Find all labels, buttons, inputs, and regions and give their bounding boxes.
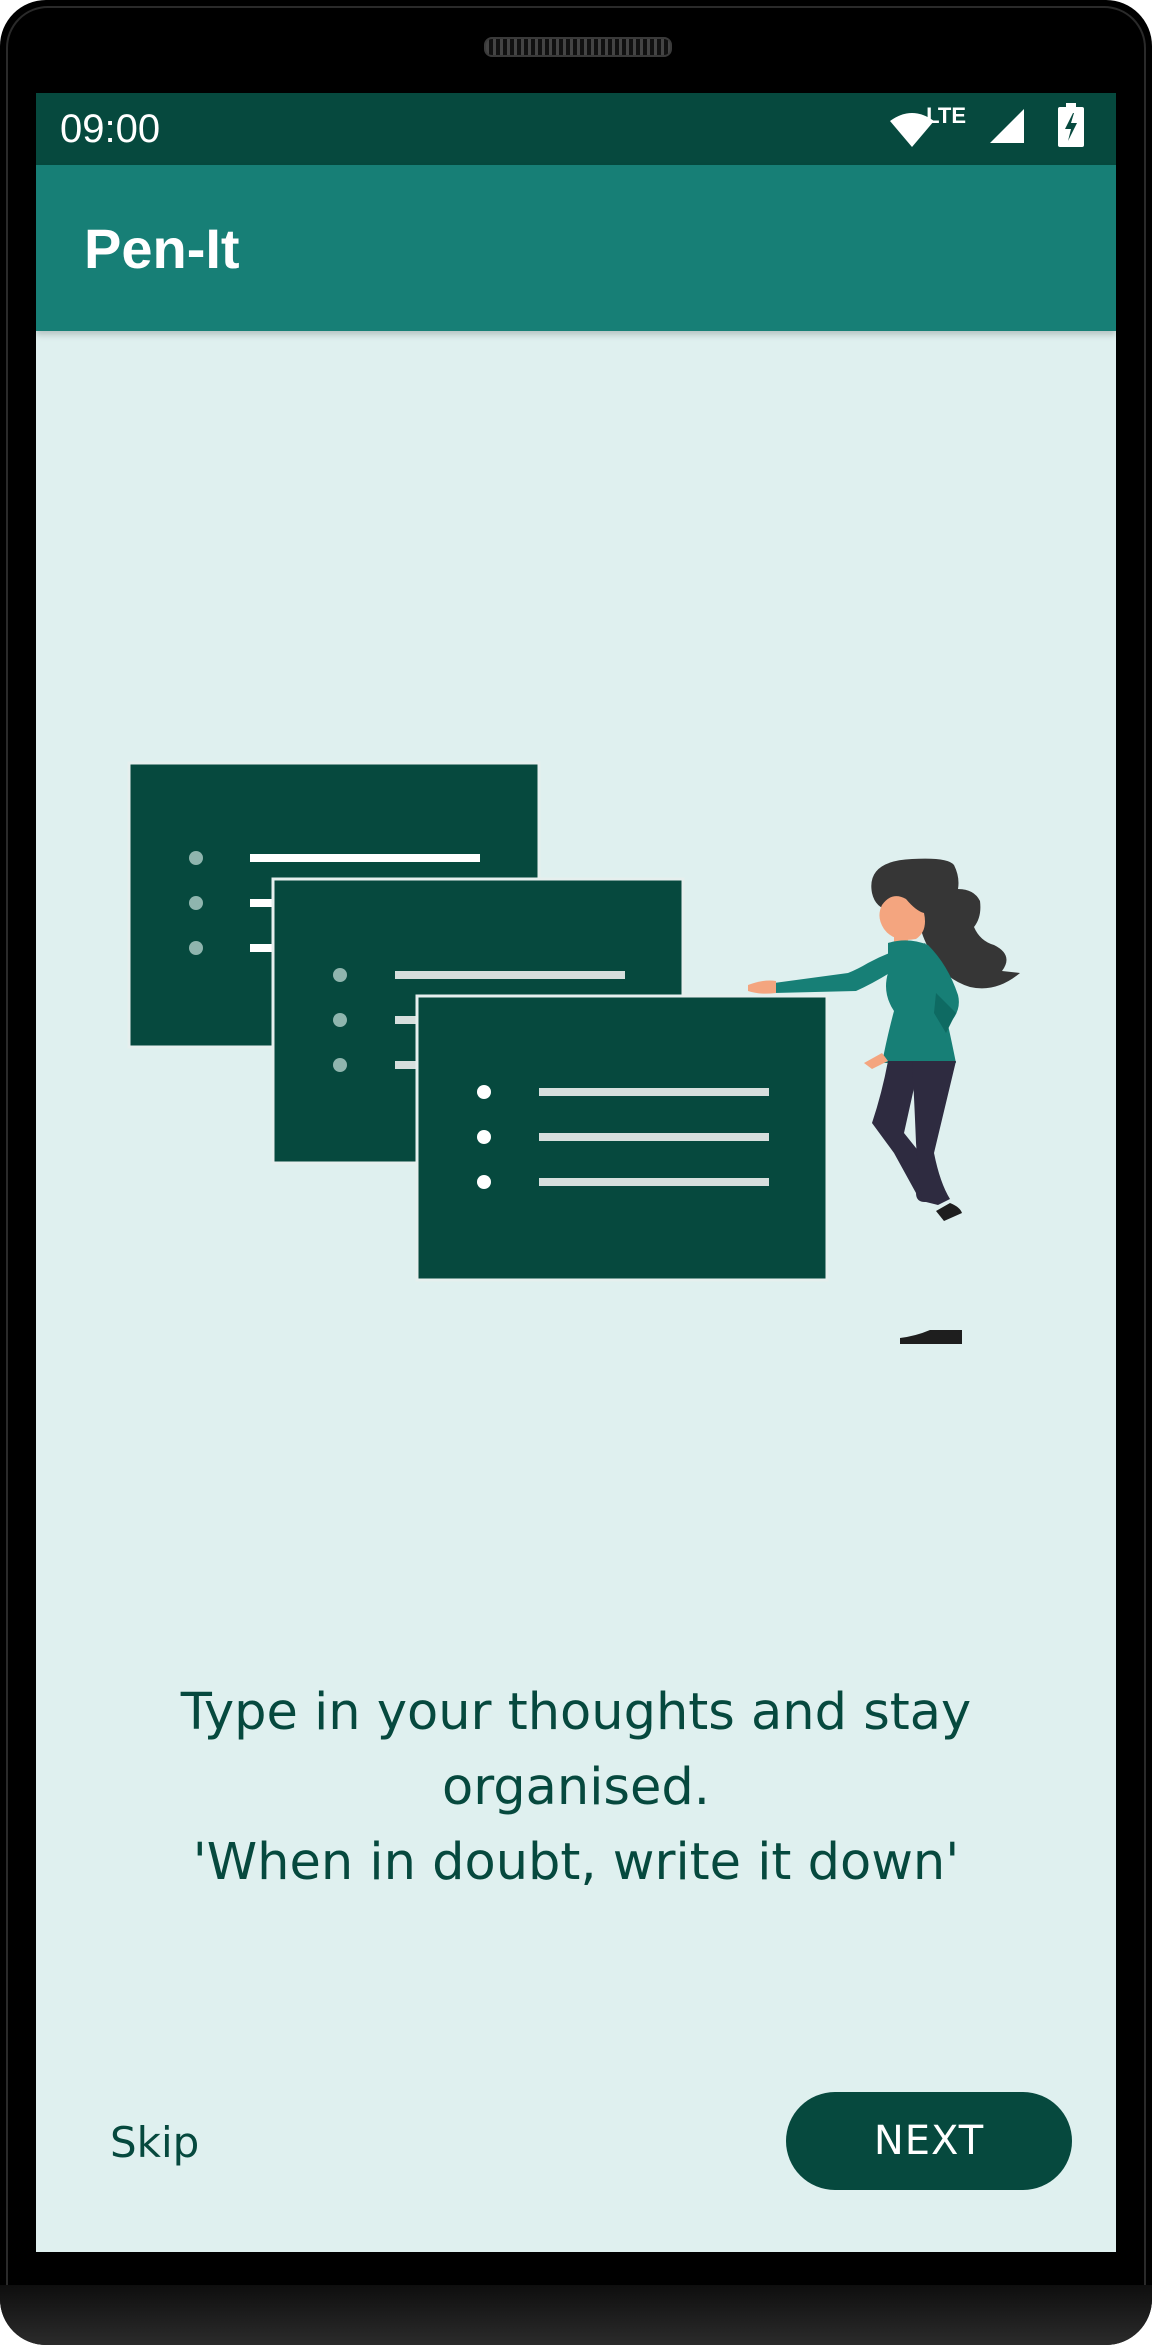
message-line-3: 'When in doubt, write it down' (192, 1833, 960, 1892)
onboarding-message: Type in your thoughts and stay organised… (76, 1675, 1076, 1900)
app-screen: 09:00 LTE Pen-It Type in your thoughts a… (36, 93, 1116, 2252)
next-button[interactable]: NEXT (786, 2092, 1072, 2190)
bottom-bezel (0, 2285, 1152, 2345)
skip-button[interactable]: Skip (110, 2115, 199, 2171)
onboarding-illustration (36, 93, 1020, 1344)
device-frame: 09:00 LTE Pen-It Type in your thoughts a… (0, 0, 1152, 2345)
note-card-front (415, 994, 829, 1282)
message-line-1: Type in your thoughts and stay (180, 1683, 972, 1742)
earpiece-speaker (484, 37, 672, 57)
message-line-2: organised. (442, 1758, 710, 1817)
